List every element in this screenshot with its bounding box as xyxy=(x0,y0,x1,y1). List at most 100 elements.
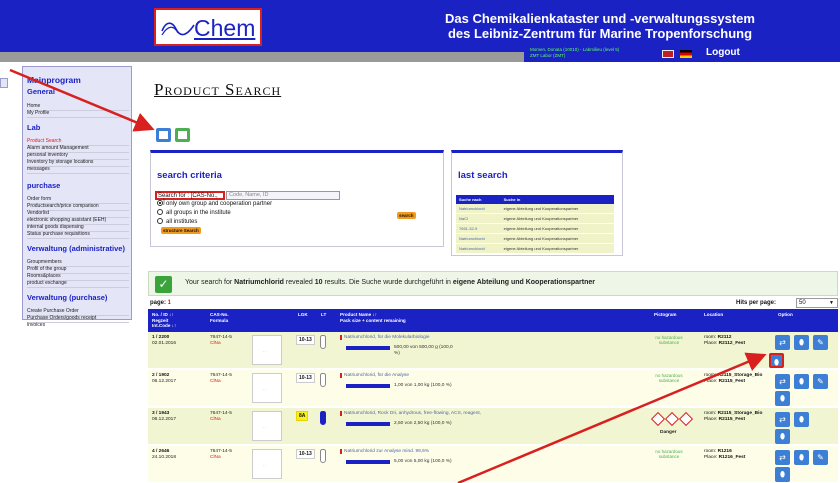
dispose-icon[interactable]: ⬮ xyxy=(775,391,790,406)
last-search-term[interactable]: 7651-32-9 xyxy=(456,223,501,234)
row-date: 24.10.2018 xyxy=(152,454,177,460)
search-criteria-title: search criteria xyxy=(157,170,222,181)
page-title: Product Search xyxy=(154,80,282,99)
tag-icon[interactable]: ✎ xyxy=(813,374,828,389)
pager: page: 1 xyxy=(150,300,171,306)
results-col-id[interactable]: No. / ID ↓↑ Regzeit Int.Code ↓↑ xyxy=(152,312,176,329)
last-search-term[interactable]: Natriumchlorid xyxy=(456,204,501,214)
sidebar-section-purchase: purchase xyxy=(27,181,61,190)
last-search-term[interactable]: Natriumchlorid xyxy=(456,233,501,244)
ghs-exclamation-icon xyxy=(650,411,666,427)
last-search-table: Suche nach Suche in Natriumchlorid eigene… xyxy=(456,195,614,254)
row-id[interactable]: 3 / 1943 xyxy=(152,411,169,416)
result-term: Natriumchlorid xyxy=(234,279,284,286)
sidebar-item-product-exchange[interactable]: product exchange xyxy=(27,280,129,288)
row-formula: ClNa xyxy=(210,340,221,346)
last-search-row[interactable]: Natriumchlorid eigene Abteilung und Koope… xyxy=(456,204,614,214)
radio-all-groups[interactable]: all groups in the institute xyxy=(157,209,231,217)
last-search-scope: eigene Abteilung und Kooperationspartner xyxy=(500,223,614,234)
header-title-line1: Das Chemikalienkataster und -verwaltungs… xyxy=(445,11,755,26)
row-id-cell[interactable]: 3 / 1943 06.12.2017 xyxy=(152,411,176,422)
last-search-term[interactable]: NaCl xyxy=(456,213,501,224)
flag-german-icon[interactable] xyxy=(680,50,692,58)
pager-current-page[interactable]: 1 xyxy=(168,300,171,306)
radio-all-institutes-label: all institutes xyxy=(166,219,198,225)
last-search-row[interactable]: Natriumchlorid eigene Abteilung und Koope… xyxy=(456,243,614,254)
radio-all-institutes[interactable]: all institutes xyxy=(157,218,197,226)
sidebar-title: Mainprogram xyxy=(27,75,81,85)
last-search-row[interactable]: Natriumchlorid eigene Abteilung und Koope… xyxy=(456,233,614,244)
transfer-icon[interactable]: ⇄ xyxy=(775,450,790,465)
withdraw-icon[interactable]: ⬮ xyxy=(794,335,809,350)
export-excel-icon[interactable] xyxy=(175,128,190,142)
results-col-name[interactable]: Product Name ↓↑ Pack size + content remai… xyxy=(340,312,406,323)
transfer-icon[interactable]: ⇄ xyxy=(775,374,790,389)
last-search-row[interactable]: NaCl eigene Abteilung und Kooperationspar… xyxy=(456,213,614,224)
thermometer-icon xyxy=(320,373,326,387)
new-search-icon[interactable] xyxy=(156,128,171,142)
col-cas-label: CAS-No. xyxy=(210,312,229,317)
structure-placeholder-icon: - - xyxy=(263,463,266,467)
results-col-cas: CAS-No. Formula xyxy=(210,312,229,323)
row-lgk: 8A xyxy=(296,411,309,421)
dispose-icon[interactable]: ⬮ xyxy=(775,429,790,444)
row-lgk: 10-13 xyxy=(296,335,315,345)
sidebar-item-my-profile[interactable]: My Profile xyxy=(27,110,129,118)
last-search-term[interactable]: Natriumchlorid xyxy=(456,243,501,254)
hits-per-page-select[interactable]: 50 ▼ xyxy=(796,298,838,308)
sidebar-item-status-requisitions[interactable]: Status purchase requisitions xyxy=(27,231,129,239)
row-product-name[interactable]: Natriumchlorid, für die Molekularbiologi… xyxy=(340,335,430,340)
result-prefix: Your search for xyxy=(185,279,235,286)
dispose-icon[interactable]: ⬮ xyxy=(769,353,784,368)
result-row[interactable]: 3 / 1943 06.12.2017 7647-14-5 ClNa - - 8A … xyxy=(148,408,838,445)
last-search-row[interactable]: 7651-32-9 eigene Abteilung und Kooperatio… xyxy=(456,223,614,234)
row-lgk: 10-13 xyxy=(296,449,315,459)
row-room: R2115_Storage_Bio xyxy=(717,411,763,416)
logo-text: Chem xyxy=(194,15,256,41)
col-id-label[interactable]: No. / ID ↓↑ xyxy=(152,312,176,318)
sidebar-item-messages[interactable]: messages xyxy=(27,166,129,174)
tag-icon[interactable]: ✎ xyxy=(813,450,828,465)
result-row[interactable]: 4 / 2646 24.10.2018 7647-14-5 ClNa - - 10-… xyxy=(148,446,838,483)
place-label: Place: xyxy=(704,341,719,346)
results-col-option: Option xyxy=(778,312,793,317)
withdraw-icon[interactable]: ⬮ xyxy=(794,412,809,427)
row-id[interactable]: 1 / 2200 xyxy=(152,335,169,340)
result-row[interactable]: 1 / 2200 02.01.2016 7647-14-5 ClNa - - 10-… xyxy=(148,332,838,369)
row-id[interactable]: 4 / 2646 xyxy=(152,449,169,454)
row-id[interactable]: 2 / 1902 xyxy=(152,373,169,378)
flag-english-icon[interactable] xyxy=(662,50,674,58)
dispose-icon[interactable]: ⬮ xyxy=(775,467,790,482)
radio-own-group[interactable]: only own group and cooperation partner xyxy=(157,200,272,208)
structure-search-button[interactable]: structure Search xyxy=(161,227,201,234)
sidebar-item-invoices[interactable]: invoices xyxy=(27,322,129,329)
withdraw-icon[interactable]: ⬮ xyxy=(794,374,809,389)
row-id-cell[interactable]: 2 / 1902 06.12.2017 xyxy=(152,373,176,384)
transfer-icon[interactable]: ⇄ xyxy=(775,412,790,427)
result-row[interactable]: 2 / 1902 06.12.2017 7647-14-5 ClNa - - 10-… xyxy=(148,370,838,407)
row-id-cell[interactable]: 1 / 2200 02.01.2016 xyxy=(152,335,176,346)
row-product-name[interactable]: Natriumchlorid, für die Analyse xyxy=(340,373,409,378)
transfer-icon[interactable]: ⇄ xyxy=(775,335,790,350)
thermometer-icon xyxy=(320,335,326,349)
row-cas-cell: 7647-14-5 ClNa xyxy=(210,373,232,384)
row-product-name[interactable]: Natriumchlorid zur Analyse mind. 99,5% xyxy=(340,449,429,454)
radio-icon xyxy=(157,209,163,215)
place-label: Place: xyxy=(704,379,719,384)
logout-button[interactable]: Logout xyxy=(706,47,740,58)
tag-icon[interactable]: ✎ xyxy=(813,335,828,350)
withdraw-icon[interactable]: ⬮ xyxy=(794,450,809,465)
pager-label: page: xyxy=(150,300,168,306)
search-button[interactable]: search xyxy=(397,212,416,219)
row-id-cell[interactable]: 4 / 2646 24.10.2018 xyxy=(152,449,176,460)
row-place: R2112_Fest xyxy=(718,341,746,346)
header-title-line2: des Leibniz-Zentrum für Marine Tropenfor… xyxy=(447,26,753,41)
chevron-down-icon: ▼ xyxy=(829,300,834,306)
row-product-name[interactable]: Natriumchlorid, Rock Dri, anhydrous, fre… xyxy=(340,411,481,416)
sidebar-collapse-tab[interactable] xyxy=(0,78,8,88)
result-middle: revealed xyxy=(283,279,315,286)
search-input[interactable]: Code, Name, ID xyxy=(226,191,340,200)
result-suffix: results. Die Suche wurde durchgeführt in xyxy=(322,279,453,286)
logo[interactable]: Chem xyxy=(154,8,262,46)
col-intcode-label[interactable]: Int.Code ↓↑ xyxy=(152,323,176,329)
